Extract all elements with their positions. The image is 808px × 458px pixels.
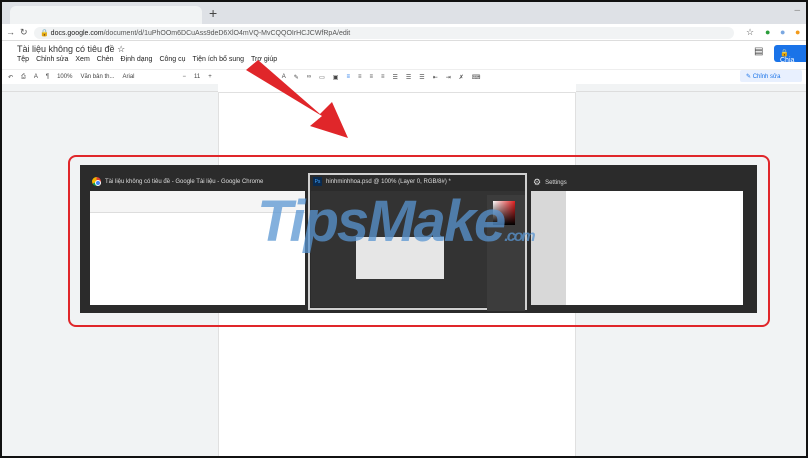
screen: + – → ↻ 🔒 docs.google.com/document/d/1uP… xyxy=(0,0,808,458)
red-arrow-annotation xyxy=(2,2,808,458)
